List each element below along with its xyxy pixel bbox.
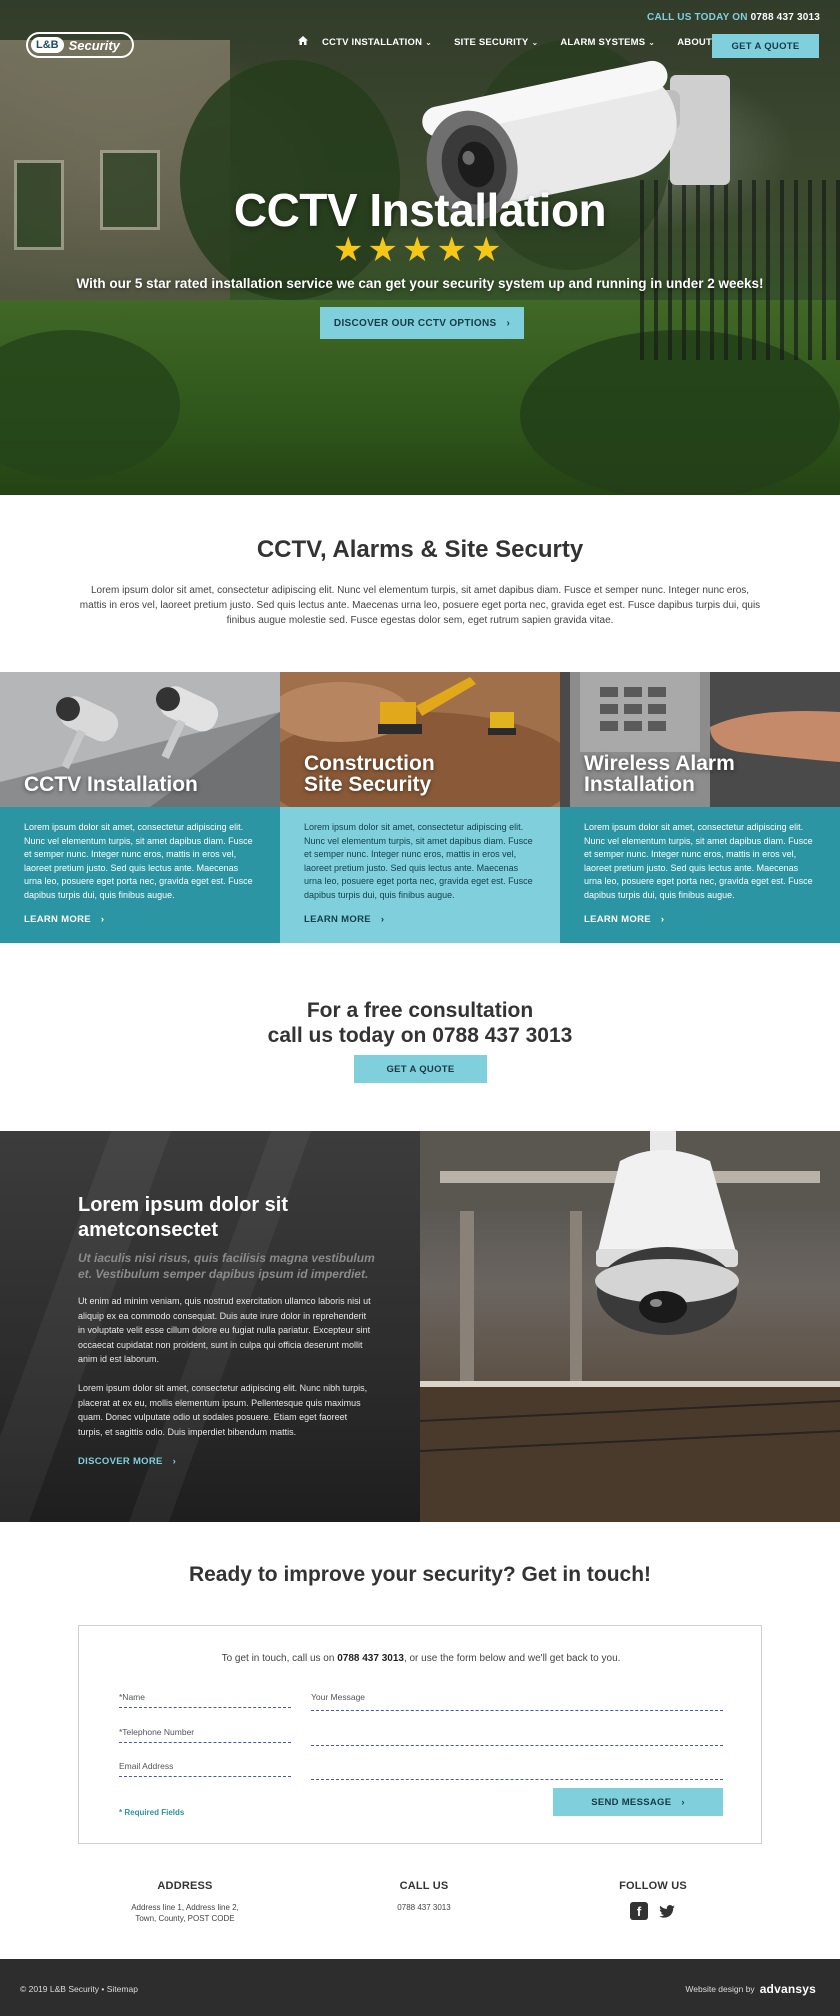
chevron-right-icon: › [380, 913, 385, 925]
chevron-down-icon: ⌄ [648, 37, 656, 47]
star-rating: ★ ★ ★ ★ ★ [333, 233, 501, 267]
service-title-construction: Construction Site Security [304, 752, 435, 796]
nav-site-security[interactable]: SITE SECURITY ⌄ [454, 37, 538, 48]
star-icon: ★ [367, 231, 398, 269]
alarm-keypad-image: Wireless Alarm Installation [560, 672, 840, 807]
service-text-construction: Lorem ipsum dolor sit amet, consectetur … [304, 822, 533, 900]
copyright-text: © 2019 L&B Security [20, 1984, 100, 1994]
star-icon: ★ [401, 231, 433, 269]
service-text-cctv: Lorem ipsum dolor sit amet, consectetur … [24, 822, 253, 900]
nav-alarm-systems[interactable]: ALARM SYSTEMS ⌄ [560, 37, 655, 48]
required-fields-note: * Required Fields [119, 1808, 185, 1817]
cctv-cameras-image: CCTV Installation [0, 672, 280, 807]
learn-more-wireless-alarm[interactable]: LEARN MORE › [584, 913, 664, 927]
topline-call: CALL US TODAY ON 0788 437 3013 [647, 12, 820, 23]
design-credit: Website design by advansys [685, 1982, 816, 1996]
feature-paragraph-1: Ut enim ad minim veniam, quis nostrud ex… [78, 1296, 371, 1364]
feature-subtitle: Ut iaculis nisi risus, quis facilisis ma… [78, 1251, 375, 1281]
feature-section: Lorem ipsum dolor sit ametconsectet Ut i… [0, 1131, 840, 1522]
site-logo[interactable]: L&B Security [26, 32, 134, 58]
consultation-heading: For a free consultation call us today on… [0, 998, 840, 1048]
hero-section: CALL US TODAY ON 0788 437 3013 L&B Secur… [0, 0, 840, 495]
address-heading: ADDRESS [157, 1880, 213, 1892]
topline-phone[interactable]: 0788 437 3013 [751, 12, 820, 23]
chevron-right-icon: › [681, 1796, 685, 1808]
follow-heading: FOLLOW US [619, 1880, 687, 1892]
discover-more-link[interactable]: DISCOVER MORE › [78, 1456, 176, 1467]
contact-phone[interactable]: 0788 437 3013 [337, 1653, 404, 1664]
logo-security: Security [68, 37, 120, 53]
service-card-cctv: CCTV Installation Lorem ipsum dolor sit … [0, 672, 280, 943]
service-title-cctv: CCTV Installation [24, 773, 198, 796]
name-field[interactable]: *Name [119, 1692, 291, 1708]
service-text-wireless-alarm: Lorem ipsum dolor sit amet, consectetur … [584, 822, 813, 900]
advansys-logo[interactable]: advansys [760, 1982, 816, 1996]
contact-form: To get in touch, call us on 0788 437 301… [78, 1625, 762, 1844]
credit-label: Website design by [685, 1984, 755, 1994]
service-card-construction: Construction Site Security Lorem ipsum do… [280, 672, 560, 943]
intro-text: Lorem ipsum dolor sit amet, consectetur … [79, 585, 761, 626]
chevron-right-icon: › [506, 317, 511, 329]
service-card-wireless-alarm: Wireless Alarm Installation Lorem ipsum d… [560, 672, 840, 943]
facebook-icon[interactable]: f [630, 1902, 648, 1920]
topline-label: CALL US TODAY ON [647, 12, 748, 23]
address-text: Address line 1, Address line 2, Town, Cou… [131, 1903, 239, 1923]
consult-get-quote-button[interactable]: GET A QUOTE [354, 1055, 487, 1083]
chevron-right-icon: › [172, 1456, 177, 1467]
home-icon[interactable] [298, 36, 322, 48]
main-nav: CCTV INSTALLATION ⌄ SITE SECURITY ⌄ ALARM … [298, 36, 760, 48]
sitemap-link[interactable]: Sitemap [107, 1984, 138, 1994]
feature-title: Lorem ipsum dolor sit ametconsectet [78, 1194, 289, 1241]
service-body-construction: Lorem ipsum dolor sit amet, consectetur … [280, 807, 560, 943]
hero-title: CCTV Installation [233, 184, 607, 236]
footer-bar: © 2019 L&B Security • Sitemap Website de… [0, 1959, 840, 2016]
message-field[interactable]: Your Message [311, 1692, 723, 1780]
footer-address: ADDRESS Address line 1, Address line 2, T… [110, 1880, 260, 1924]
email-field[interactable]: Email Address [119, 1761, 291, 1777]
feature-paragraph-2: Lorem ipsum dolor sit amet, consectetur … [78, 1383, 368, 1437]
footer-call: CALL US 0788 437 3013 [349, 1880, 499, 1913]
copyright: © 2019 L&B Security • Sitemap [20, 1984, 138, 1994]
chevron-right-icon: › [100, 913, 105, 925]
send-message-button[interactable]: SEND MESSAGE › [553, 1788, 723, 1816]
chevron-down-icon: ⌄ [531, 37, 539, 47]
feature-text-panel: Lorem ipsum dolor sit ametconsectet Ut i… [0, 1131, 420, 1522]
star-icon: ★ [333, 231, 364, 269]
discover-cctv-button[interactable]: DISCOVER OUR CCTV OPTIONS › [320, 307, 524, 339]
social-links: f [578, 1902, 728, 1920]
intro-title: CCTV, Alarms & Site Securty [256, 536, 584, 563]
call-number[interactable]: 0788 437 3013 [349, 1902, 499, 1913]
dome-camera-image [420, 1131, 840, 1522]
footer-follow: FOLLOW US f [578, 1880, 728, 1920]
learn-more-construction[interactable]: LEARN MORE › [304, 913, 384, 927]
construction-site-image: Construction Site Security [280, 672, 560, 807]
services-grid: CCTV Installation Lorem ipsum dolor sit … [0, 672, 840, 943]
hero-subtitle: With our 5 star rated installation servi… [76, 276, 764, 291]
chevron-down-icon: ⌄ [425, 37, 433, 47]
service-title-wireless-alarm: Wireless Alarm Installation [584, 752, 735, 796]
contact-intro: To get in touch, call us on 0788 437 301… [221, 1653, 621, 1664]
service-body-cctv: Lorem ipsum dolor sit amet, consectetur … [0, 807, 280, 943]
nav-cctv-installation[interactable]: CCTV INSTALLATION ⌄ [322, 37, 432, 48]
star-icon: ★ [470, 231, 502, 269]
service-body-wireless-alarm: Lorem ipsum dolor sit amet, consectetur … [560, 807, 840, 943]
header-get-quote-button[interactable]: GET A QUOTE [712, 34, 819, 58]
contact-title: Ready to improve your security? Get in t… [188, 1563, 652, 1586]
learn-more-cctv[interactable]: LEARN MORE › [24, 913, 104, 927]
twitter-icon[interactable] [658, 1902, 676, 1920]
star-icon: ★ [436, 231, 467, 269]
chevron-right-icon: › [660, 913, 665, 925]
logo-lb: L&B [31, 37, 64, 53]
telephone-field[interactable]: *Telephone Number [119, 1727, 291, 1743]
consult-line-2: call us today on 0788 437 3013 [267, 1024, 573, 1047]
consult-line-1: For a free consultation [306, 999, 534, 1022]
call-heading: CALL US [399, 1880, 449, 1892]
